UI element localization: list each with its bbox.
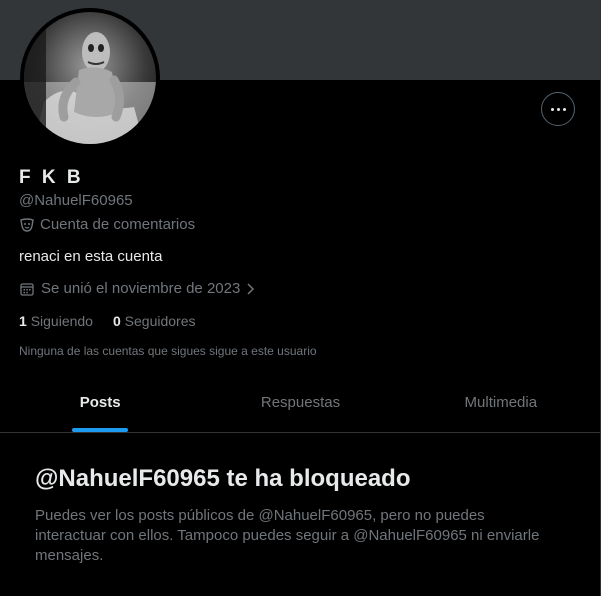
tab-replies[interactable]: Respuestas — [200, 380, 400, 432]
blocked-title: @NahuelF60965 te ha bloqueado — [35, 465, 411, 492]
followers-you-know-note: Ninguna de las cuentas que sigues sigue … — [19, 344, 317, 358]
theater-masks-icon — [20, 217, 34, 232]
profile-page: F K B @NahuelF60965 Cuenta de comentario… — [0, 0, 601, 596]
profile-tabs: Posts Respuestas Multimedia — [0, 380, 600, 433]
followers-count: 0 — [112, 313, 121, 329]
followers-label: Seguidores — [124, 313, 196, 329]
join-date: Se unió el noviembre de 2023 — [19, 280, 256, 297]
user-handle: @NahuelF60965 — [19, 192, 133, 209]
tab-posts[interactable]: Posts — [0, 380, 200, 432]
avatar[interactable] — [20, 8, 160, 148]
tab-media[interactable]: Multimedia — [401, 380, 600, 432]
avatar-photo — [24, 12, 156, 144]
following-count: 1 — [19, 313, 27, 329]
following-link[interactable]: 1 Siguiendo — [19, 313, 93, 329]
profile-category: Cuenta de comentarios — [19, 216, 195, 233]
profile-bio: renaci en esta cuenta — [19, 248, 163, 265]
more-horizontal-icon — [550, 107, 566, 111]
blocked-message: Puedes ver los posts públicos de @Nahuel… — [35, 507, 540, 564]
followers-link[interactable]: 0 Seguidores — [113, 313, 196, 329]
display-name: F K B — [19, 167, 84, 188]
category-label: Cuenta de comentarios — [40, 216, 196, 233]
calendar-icon — [20, 282, 34, 296]
tab-replies-label: Respuestas — [260, 393, 341, 411]
follow-stats: 1 Siguiendo 0 Seguidores — [19, 313, 195, 329]
chevron-right-icon[interactable] — [246, 282, 256, 296]
more-options-button[interactable] — [541, 92, 575, 126]
tab-media-label: Multimedia — [464, 393, 538, 411]
following-label: Siguiendo — [30, 313, 93, 329]
join-date-label: Se unió el noviembre de 2023 — [41, 280, 241, 297]
active-tab-indicator — [72, 428, 129, 432]
tab-posts-label: Posts — [79, 393, 121, 411]
